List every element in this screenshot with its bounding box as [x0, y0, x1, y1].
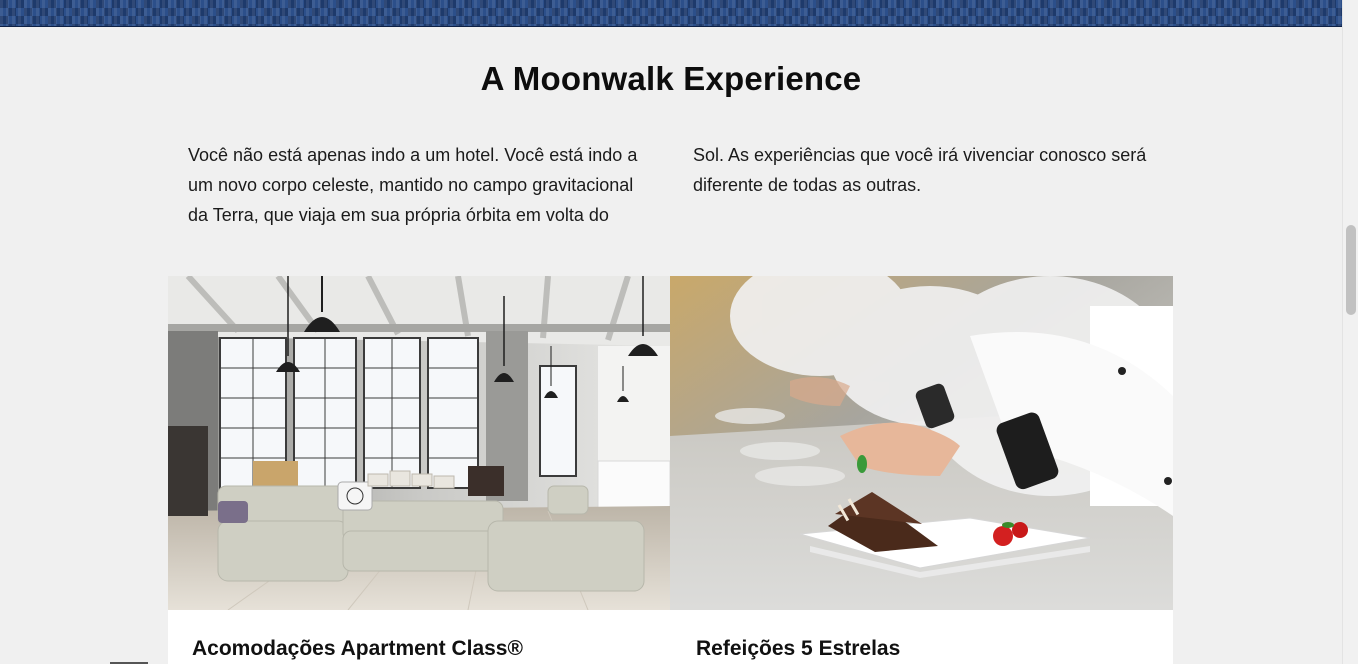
- section-title: A Moonwalk Experience: [480, 60, 862, 97]
- dining-photo: [670, 276, 1173, 610]
- page-scrollbar[interactable]: [1342, 0, 1358, 664]
- section-intro-text: Você não está apenas indo a um hotel. Vo…: [188, 145, 1147, 225]
- top-pattern-banner: [0, 0, 1342, 27]
- card-title-accommodations[interactable]: Acomodações Apartment Class®: [192, 637, 523, 661]
- scrollbar-thumb[interactable]: [1346, 225, 1356, 315]
- card-title-dining[interactable]: Refeições 5 Estrelas: [696, 637, 900, 661]
- card-accommodations[interactable]: Acomodações Apartment Class®: [168, 276, 670, 664]
- experience-cards: Acomodações Apartment Class® Refeições 5…: [168, 276, 1173, 664]
- card-dining[interactable]: Refeições 5 Estrelas: [670, 276, 1173, 664]
- accommodations-photo: [168, 276, 670, 610]
